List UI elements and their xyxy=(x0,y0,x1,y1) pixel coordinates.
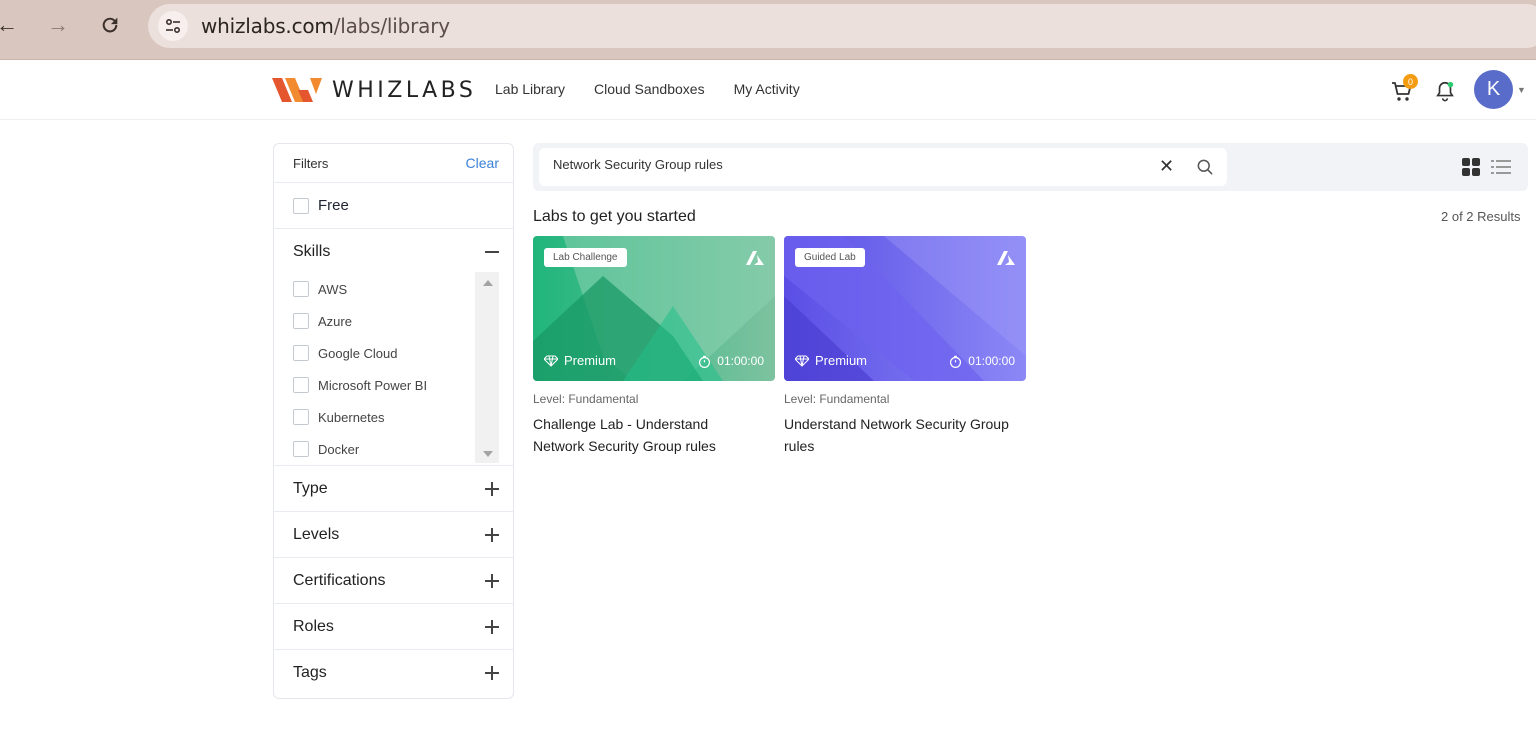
duration-label: 01:00:00 xyxy=(949,354,1015,368)
filters-header: Filters Clear xyxy=(274,144,513,183)
filters-panel: Filters Clear Free Skills AWS Azure Goog… xyxy=(273,143,514,699)
timer-icon xyxy=(699,355,711,368)
list-view-icon[interactable] xyxy=(1491,158,1511,176)
skill-label: Microsoft Power BI xyxy=(318,377,428,393)
search-toolbar: ✕ xyxy=(533,143,1528,191)
skills-list: AWS Azure Google Cloud Microsoft Power B… xyxy=(293,273,473,465)
certifications-filter-section[interactable]: Certifications xyxy=(274,558,513,604)
skill-checkbox[interactable] xyxy=(293,345,309,361)
skill-option-docker[interactable]: Docker xyxy=(293,433,473,465)
lab-card[interactable]: Guided Lab Premium 01:00:00 Level: Funda… xyxy=(784,236,1026,457)
diamond-icon xyxy=(544,355,558,367)
nav-lab-library[interactable]: Lab Library xyxy=(495,81,565,97)
logo-text: WHIZLABS xyxy=(332,77,477,103)
roles-filter-section[interactable]: Roles xyxy=(274,604,513,650)
skill-checkbox[interactable] xyxy=(293,409,309,425)
lab-card[interactable]: Lab Challenge Premium 01:00:00 Level: Fu… xyxy=(533,236,775,457)
section-title: Labs to get you started xyxy=(533,208,696,225)
diamond-icon xyxy=(795,355,809,367)
chevron-down-icon[interactable]: ▼ xyxy=(1517,85,1526,95)
free-label: Free xyxy=(318,197,349,214)
skills-title: Skills xyxy=(293,243,331,260)
section-label: Roles xyxy=(293,617,334,635)
skill-checkbox[interactable] xyxy=(293,377,309,393)
type-filter-section[interactable]: Type xyxy=(274,466,513,512)
scroll-up-icon[interactable] xyxy=(483,280,493,286)
clear-filters-link[interactable]: Clear xyxy=(466,155,499,171)
expand-plus-icon[interactable] xyxy=(485,527,499,542)
duration-text: 01:00:00 xyxy=(968,354,1015,368)
search-box[interactable]: ✕ xyxy=(539,148,1227,186)
filters-title: Filters xyxy=(293,155,329,171)
expand-plus-icon[interactable] xyxy=(485,619,499,634)
cart-count-badge: 0 xyxy=(1403,74,1418,89)
back-arrow-icon[interactable]: ← xyxy=(0,10,22,40)
skill-checkbox[interactable] xyxy=(293,441,309,457)
site-settings-icon[interactable] xyxy=(158,11,188,41)
azure-icon xyxy=(997,251,1015,265)
lab-type-chip: Guided Lab xyxy=(795,248,865,267)
lab-title[interactable]: Challenge Lab - Understand Network Secur… xyxy=(533,413,763,457)
lab-level: Level: Fundamental xyxy=(533,392,639,406)
skill-option-azure[interactable]: Azure xyxy=(293,305,473,337)
skills-scrollbar[interactable] xyxy=(475,272,499,463)
premium-label: Premium xyxy=(544,353,616,368)
lab-type-chip: Lab Challenge xyxy=(544,248,627,267)
grid-view-icon[interactable] xyxy=(1462,158,1480,176)
section-label: Certifications xyxy=(293,571,386,589)
skill-label: Google Cloud xyxy=(318,345,398,361)
premium-text: Premium xyxy=(815,353,868,368)
browser-toolbar: ← → whizlabs.com/labs/library xyxy=(0,0,1536,60)
free-filter[interactable]: Free xyxy=(274,183,513,229)
expand-plus-icon[interactable] xyxy=(485,573,499,588)
lab-card-banner[interactable]: Guided Lab Premium 01:00:00 xyxy=(784,236,1026,381)
skill-option-aws[interactable]: AWS xyxy=(293,273,473,305)
premium-text: Premium xyxy=(564,353,617,368)
search-icon[interactable] xyxy=(1195,157,1215,177)
skill-label: Azure xyxy=(318,313,352,329)
levels-filter-section[interactable]: Levels xyxy=(274,512,513,558)
skills-filter-section: Skills AWS Azure Google Cloud Microsoft … xyxy=(274,229,513,466)
bell-icon[interactable] xyxy=(1434,80,1456,102)
address-bar[interactable]: whizlabs.com/labs/library xyxy=(148,4,1536,48)
skill-option-kubernetes[interactable]: Kubernetes xyxy=(293,401,473,433)
timer-icon xyxy=(950,355,962,368)
search-input[interactable] xyxy=(553,157,1133,172)
duration-label: 01:00:00 xyxy=(698,354,764,368)
lab-level: Level: Fundamental xyxy=(784,392,890,406)
collapse-minus-icon[interactable] xyxy=(485,251,499,253)
premium-label: Premium xyxy=(795,353,867,368)
expand-plus-icon[interactable] xyxy=(485,666,499,680)
main-nav: Lab Library Cloud Sandboxes My Activity xyxy=(495,81,800,97)
free-checkbox[interactable] xyxy=(293,197,309,214)
expand-plus-icon[interactable] xyxy=(485,481,499,496)
skill-label: Docker xyxy=(318,441,360,457)
nav-cloud-sandboxes[interactable]: Cloud Sandboxes xyxy=(594,81,705,97)
lab-card-banner[interactable]: Lab Challenge Premium 01:00:00 xyxy=(533,236,775,381)
results-count: 2 of 2 Results xyxy=(1441,209,1521,224)
section-label: Tags xyxy=(293,664,327,681)
skill-option-power-bi[interactable]: Microsoft Power BI xyxy=(293,369,473,401)
reload-icon[interactable] xyxy=(95,10,125,40)
duration-text: 01:00:00 xyxy=(717,354,764,368)
avatar[interactable]: K xyxy=(1474,70,1513,109)
skill-label: AWS xyxy=(318,281,348,297)
site-header: WHIZLABS Lab Library Cloud Sandboxes My … xyxy=(0,60,1536,120)
skill-checkbox[interactable] xyxy=(293,313,309,329)
section-label: Levels xyxy=(293,525,340,543)
lab-title[interactable]: Understand Network Security Group rules xyxy=(784,413,1014,457)
url-text[interactable]: whizlabs.com/labs/library xyxy=(201,14,450,38)
tags-filter-section[interactable]: Tags xyxy=(274,650,513,696)
whizlabs-logo[interactable]: WHIZLABS xyxy=(272,76,476,104)
nav-my-activity[interactable]: My Activity xyxy=(734,81,800,97)
forward-arrow-icon[interactable]: → xyxy=(43,10,73,40)
scroll-down-icon[interactable] xyxy=(483,451,493,457)
azure-icon xyxy=(746,251,764,265)
skill-option-google-cloud[interactable]: Google Cloud xyxy=(293,337,473,369)
skill-checkbox[interactable] xyxy=(293,281,309,297)
logo-mark-icon xyxy=(272,78,322,102)
close-icon[interactable]: ✕ xyxy=(1159,156,1174,177)
section-label: Type xyxy=(293,479,328,497)
skill-label: Kubernetes xyxy=(318,409,385,425)
